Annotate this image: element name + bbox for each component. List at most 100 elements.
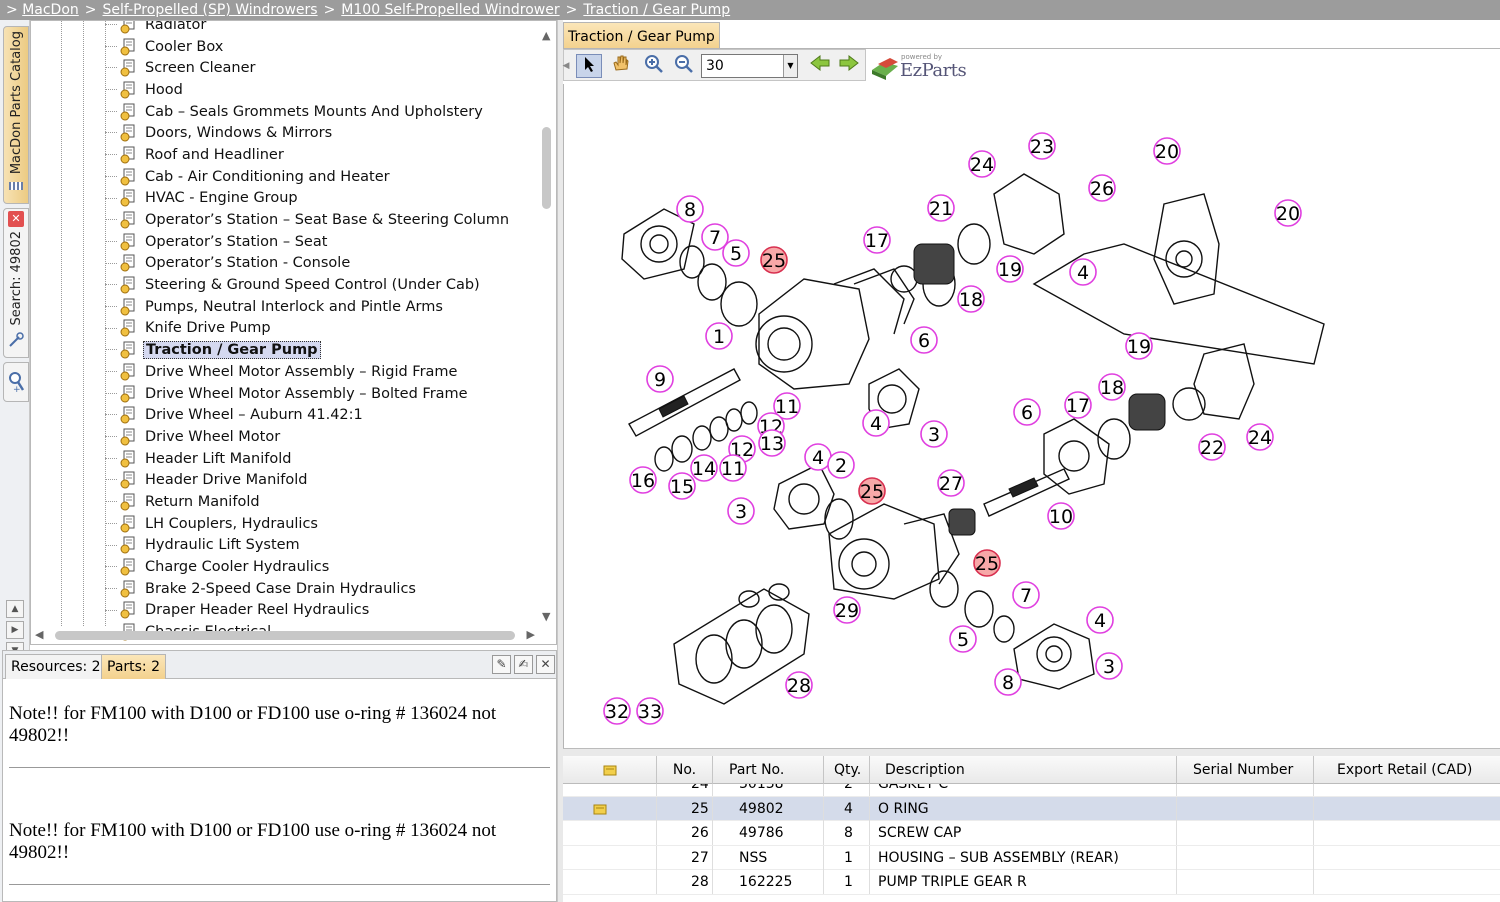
zoom-in-button[interactable] xyxy=(641,54,667,78)
tree-item[interactable]: Screen Cleaner xyxy=(105,57,539,79)
callout-28[interactable]: 28 xyxy=(785,671,813,699)
scroll-down-arrow-icon[interactable]: ▼ xyxy=(542,610,550,623)
edit-note-icon[interactable]: ✍ xyxy=(514,655,533,674)
tree-item[interactable]: LH Couplers, Hydraulics xyxy=(105,513,539,535)
tree-item[interactable]: Steering & Ground Speed Control (Under C… xyxy=(105,274,539,296)
tree-item[interactable]: Cab – Seals Grommets Mounts And Upholste… xyxy=(105,101,539,123)
previous-button[interactable] xyxy=(807,54,833,78)
callout-7[interactable]: 7 xyxy=(1012,581,1040,609)
scroll-up-arrow-icon[interactable]: ▲ xyxy=(542,29,550,42)
breadcrumb-link-traction-gear-pump[interactable]: Traction / Gear Pump xyxy=(583,2,730,18)
callout-3[interactable]: 3 xyxy=(920,420,948,448)
next-button[interactable] xyxy=(836,54,862,78)
tree-item[interactable]: Brake 2-Speed Case Drain Hydraulics xyxy=(105,578,539,600)
callout-22[interactable]: 22 xyxy=(1198,433,1226,461)
callout-14[interactable]: 14 xyxy=(690,454,718,482)
exploded-diagram[interactable]: 8 7 5 25 1 17 21 24 23 19 18 6 26 20 4 20 19 9 11 12 13 12 4 3 6… xyxy=(563,84,1500,748)
tree-item[interactable]: Traction / Gear Pump xyxy=(105,339,539,361)
tree-item[interactable]: Roof and Headliner xyxy=(105,144,539,166)
tree-horizontal-scrollbar[interactable]: ◀ ▶ xyxy=(35,628,535,642)
callout-24[interactable]: 24 xyxy=(968,150,996,178)
callout-17[interactable]: 17 xyxy=(1064,391,1092,419)
callout-8[interactable]: 8 xyxy=(994,668,1022,696)
zoom-out-button[interactable] xyxy=(671,54,697,78)
callout-25[interactable]: 25 xyxy=(858,477,886,505)
tree-item[interactable]: Return Manifold xyxy=(105,491,539,513)
column-header-part-no[interactable]: Part No. xyxy=(712,756,823,784)
callout-27[interactable]: 27 xyxy=(937,469,965,497)
callout-6[interactable]: 6 xyxy=(910,326,938,354)
table-row[interactable]: 25 49802 4 O RING xyxy=(563,796,1500,821)
table-row[interactable]: 27 NSS 1 HOUSING – SUB ASSEMBLY (REAR) xyxy=(563,845,1500,870)
tree-vertical-scroll-thumb[interactable] xyxy=(542,127,551,209)
callout-26[interactable]: 26 xyxy=(1088,174,1116,202)
callout-23[interactable]: 23 xyxy=(1028,132,1056,160)
breadcrumb-link-macdon[interactable]: MacDon xyxy=(22,2,79,18)
close-search-icon[interactable]: ✕ xyxy=(8,211,24,227)
callout-4[interactable]: 4 xyxy=(804,443,832,471)
callout-1[interactable]: 1 xyxy=(705,322,733,350)
diagram-canvas[interactable]: 875 25117212423191862620420199111213124 36… xyxy=(564,84,1500,748)
callout-18[interactable]: 18 xyxy=(957,285,985,313)
callout-24[interactable]: 24 xyxy=(1246,423,1274,451)
search-zoom-side-tab[interactable]: + xyxy=(3,362,29,402)
tree-item[interactable]: Knife Drive Pump xyxy=(105,318,539,340)
callout-21[interactable]: 21 xyxy=(927,194,955,222)
horizontal-splitter[interactable] xyxy=(563,748,1500,756)
tree-item[interactable]: Operator’s Station - Console xyxy=(105,253,539,275)
callout-16[interactable]: 16 xyxy=(629,466,657,494)
tree-item[interactable]: HVAC - Engine Group xyxy=(105,188,539,210)
tree-item[interactable]: Drive Wheel Motor Assembly – Bolted Fram… xyxy=(105,383,539,405)
tree-item[interactable]: Charge Cooler Hydraulics xyxy=(105,556,539,578)
tree-item[interactable]: Operator’s Station – Seat Base & Steerin… xyxy=(105,209,539,231)
callout-29[interactable]: 29 xyxy=(833,596,861,624)
column-header-description[interactable]: Description xyxy=(869,756,1176,784)
callout-10[interactable]: 10 xyxy=(1047,502,1075,530)
chevron-down-icon[interactable]: ▼ xyxy=(783,55,797,77)
callout-18[interactable]: 18 xyxy=(1098,373,1126,401)
callout-4[interactable]: 4 xyxy=(1086,606,1114,634)
tree-item[interactable]: Hydraulic Lift System xyxy=(105,535,539,557)
table-row[interactable]: 28 162225 1 PUMP TRIPLE GEAR R xyxy=(563,870,1500,895)
callout-8[interactable]: 8 xyxy=(676,195,704,223)
tab-parts[interactable]: Parts: 2 xyxy=(101,654,167,679)
callout-32[interactable]: 32 xyxy=(603,697,631,725)
callout-6[interactable]: 6 xyxy=(1013,398,1041,426)
tab-diagram[interactable]: Traction / Gear Pump xyxy=(563,22,720,49)
callout-2[interactable]: 2 xyxy=(827,451,855,479)
callout-17[interactable]: 17 xyxy=(863,226,891,254)
breadcrumb-link-sp-windrowers[interactable]: Self-Propelled (SP) Windrowers xyxy=(103,2,318,18)
callout-33[interactable]: 33 xyxy=(636,697,664,725)
catalog-side-tab[interactable]: MacDon Parts Catalog xyxy=(3,26,29,204)
table-row[interactable]: 24 30138 2 GASKET C xyxy=(563,784,1500,797)
callout-4[interactable]: 4 xyxy=(862,409,890,437)
tree-item[interactable]: Radiator xyxy=(105,21,539,36)
callout-20[interactable]: 20 xyxy=(1274,199,1302,227)
tab-resources[interactable]: Resources: 2 xyxy=(5,654,107,679)
table-row[interactable]: 26 49786 8 SCREW CAP xyxy=(563,821,1500,846)
callout-25[interactable]: 25 xyxy=(973,549,1001,577)
tree-item[interactable]: Doors, Windows & Mirrors xyxy=(105,122,539,144)
tree-item[interactable]: Cooler Box xyxy=(105,36,539,58)
column-header-serial-number[interactable]: Serial Number xyxy=(1176,756,1313,784)
tree-item[interactable]: Hood xyxy=(105,79,539,101)
pin-icon[interactable]: ✎ xyxy=(492,655,511,674)
callout-3[interactable]: 3 xyxy=(1095,652,1123,680)
tree-item[interactable]: Drive Wheel – Auburn 41.42:1 xyxy=(105,404,539,426)
callout-5[interactable]: 5 xyxy=(722,239,750,267)
column-header-no[interactable]: No. xyxy=(656,756,712,784)
callout-25[interactable]: 25 xyxy=(760,246,788,274)
nav-right-button[interactable]: ▶ xyxy=(6,621,24,639)
note-column-header[interactable] xyxy=(563,756,656,784)
column-header-qty[interactable]: Qty. xyxy=(823,756,869,784)
tree-item[interactable]: Header Drive Manifold xyxy=(105,469,539,491)
tree-item[interactable]: Drive Wheel Motor Assembly – Rigid Frame xyxy=(105,361,539,383)
close-icon[interactable]: ✕ xyxy=(536,655,555,674)
callout-13[interactable]: 13 xyxy=(758,429,786,457)
search-side-tab[interactable]: ✕ Search: 49802 xyxy=(3,208,29,358)
select-pointer-button[interactable] xyxy=(576,54,602,78)
tree-item[interactable]: Cab - Air Conditioning and Heater xyxy=(105,166,539,188)
tree-vertical-scrollbar[interactable]: ▲ ▼ xyxy=(540,27,554,625)
pan-hand-button[interactable] xyxy=(607,54,633,78)
column-header-export-retail[interactable]: Export Retail (CAD) xyxy=(1313,756,1500,784)
